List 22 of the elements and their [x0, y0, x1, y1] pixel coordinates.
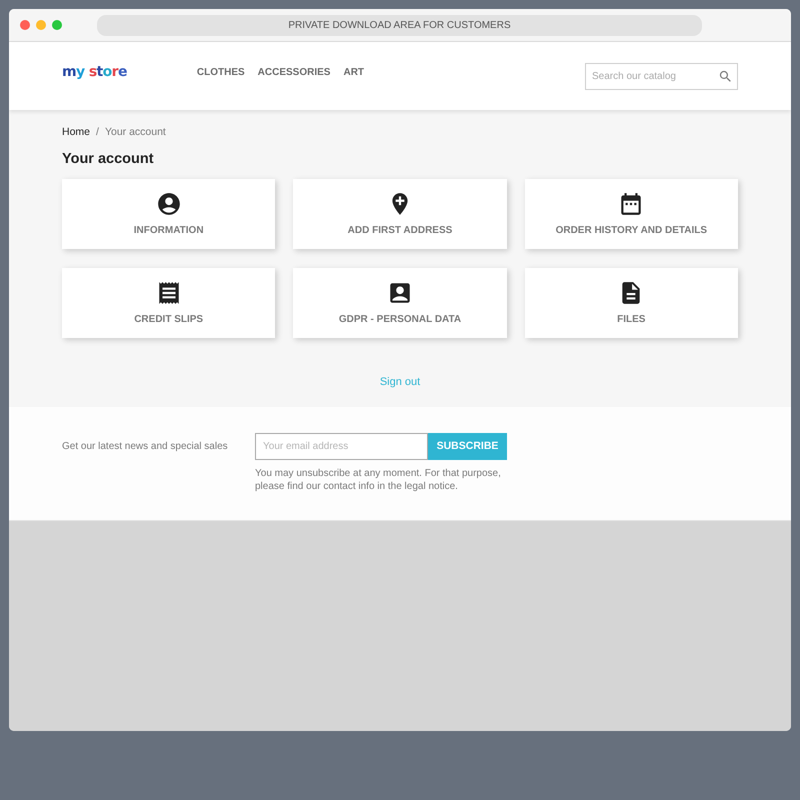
- breadcrumb-separator: /: [96, 125, 99, 140]
- search-field[interactable]: Search our catalog: [585, 62, 738, 90]
- newsletter-label: Get our latest news and special sales: [62, 440, 229, 454]
- account-link-card[interactable]: ADD FIRST ADDRESS: [293, 179, 507, 249]
- unsubscribe-note: You may unsubscribe at any moment. For that purpose, please find our contact info in the legal notice.: [255, 467, 502, 493]
- account-link-card[interactable]: ORDER HISTORY AND DETAILS: [524, 179, 738, 249]
- page-title: Your account: [62, 150, 154, 169]
- email-field[interactable]: Your email address: [255, 433, 428, 460]
- nav-link[interactable]: ACCESSORIES: [258, 64, 330, 80]
- breadcrumb-current: Your account: [104, 125, 166, 140]
- account-link-card[interactable]: INFORMATION: [62, 179, 276, 249]
- account-link-card[interactable]: GDPR - PERSONAL DATA: [293, 268, 507, 338]
- nav-link[interactable]: ART: [343, 64, 364, 80]
- breadcrumb-link[interactable]: Home: [62, 125, 90, 141]
- store-logo[interactable]: my store: [62, 62, 127, 82]
- search-icon[interactable]: [718, 68, 733, 84]
- subscribe-button[interactable]: SUBSCRIBE: [428, 433, 507, 460]
- account-link-card[interactable]: CREDIT SLIPS: [62, 268, 276, 338]
- sign-out-link[interactable]: Sign out: [380, 374, 420, 390]
- account-link-card[interactable]: FILES: [524, 268, 738, 338]
- address-bar: PRIVATE DOWNLOAD AREA FOR CUSTOMERS: [97, 14, 702, 36]
- nav-link[interactable]: CLOTHES: [196, 64, 245, 80]
